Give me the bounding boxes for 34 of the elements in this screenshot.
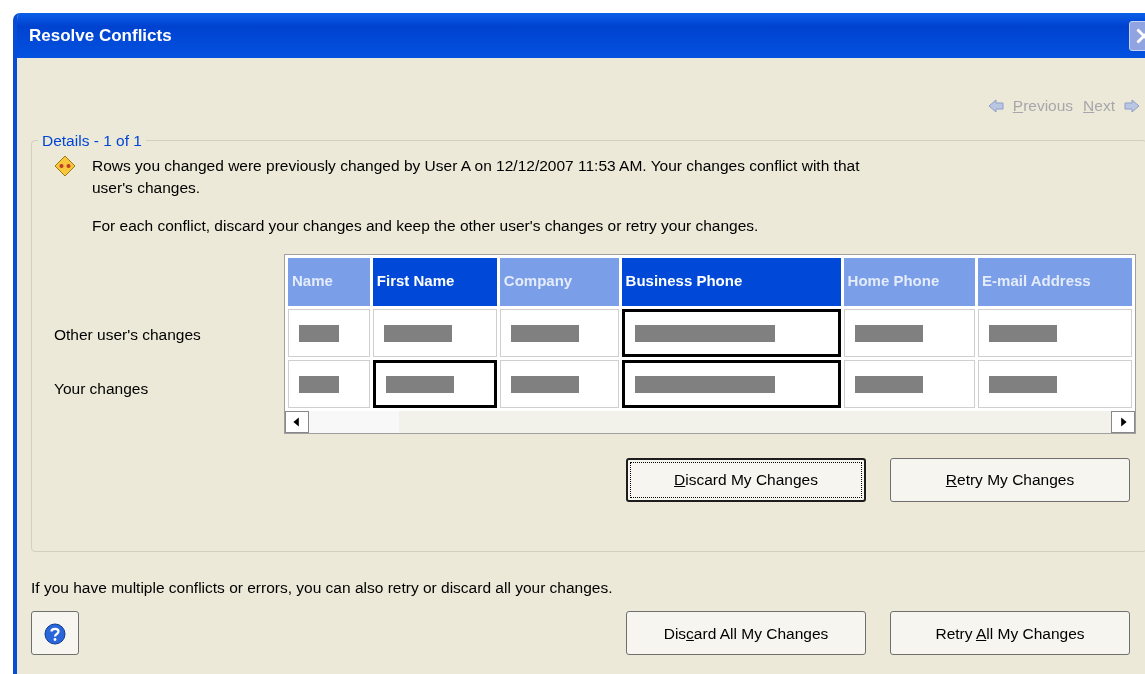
- horizontal-scrollbar[interactable]: [285, 410, 1135, 433]
- row-label: Your changes: [54, 379, 149, 399]
- redacted-value: [989, 376, 1058, 394]
- grid-cell[interactable]: [621, 308, 841, 357]
- grid-cell[interactable]: [372, 359, 497, 408]
- conflict-message: Rows you changed were previously changed by User A on 12/12/2007 11:53 AM. Your changes conflict with that user's changes.: [92, 156, 861, 198]
- help-button[interactable]: [31, 611, 79, 656]
- action-button[interactable]: Discard All My Changes: [626, 611, 866, 656]
- redacted-value: [385, 376, 454, 394]
- redacted-value: [510, 376, 579, 394]
- left-arrow-icon: [986, 97, 1005, 115]
- action-button[interactable]: Retry All My Changes: [890, 611, 1130, 656]
- redacted-value: [854, 325, 923, 343]
- grid-cell[interactable]: [621, 359, 841, 408]
- warning-icon: [54, 155, 76, 177]
- redacted-value: [989, 325, 1058, 343]
- redacted-value: [299, 376, 339, 394]
- window-title: Resolve Conflicts: [29, 24, 172, 47]
- instruction-text: For each conflict, discard your changes and keep the other user's changes or retry your changes.: [92, 216, 760, 237]
- action-button[interactable]: Retry My Changes: [890, 457, 1130, 502]
- column-header[interactable]: First Name: [372, 257, 497, 306]
- action-button[interactable]: Discard My Changes: [626, 457, 866, 502]
- scroll-right-icon[interactable]: [1111, 410, 1135, 433]
- redacted-value: [383, 325, 452, 343]
- column-header[interactable]: Business Phone: [621, 257, 841, 306]
- redacted-value: [510, 325, 579, 343]
- right-arrow-icon: [1123, 97, 1141, 115]
- scrollbar-thumb[interactable]: [309, 410, 399, 433]
- redacted-value: [299, 325, 339, 343]
- row-label: Other user's changes: [54, 325, 201, 345]
- scroll-left-icon[interactable]: [285, 410, 309, 433]
- help-icon: [44, 623, 66, 646]
- redacted-value: [854, 376, 923, 394]
- footer-text: If you have multiple conflicts or errors, you can also retry or discard all your changes.: [31, 578, 614, 598]
